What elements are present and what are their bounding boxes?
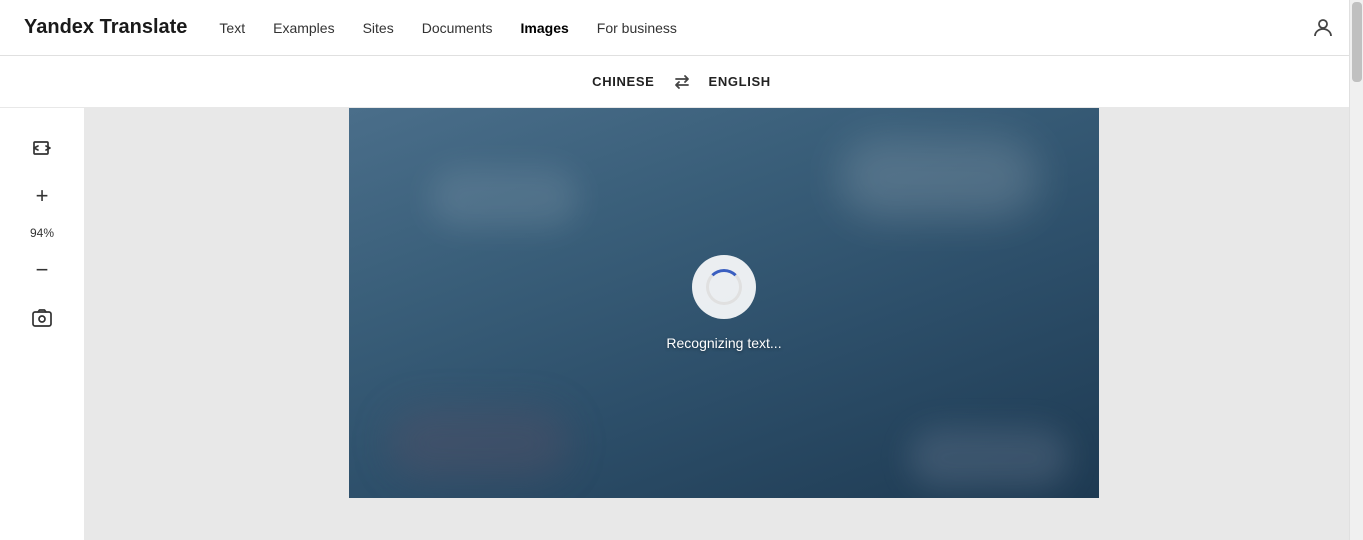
zoom-value: 94% xyxy=(30,226,54,240)
main: + 94% − Recognizing te xyxy=(0,108,1363,540)
nav-item-examples[interactable]: Examples xyxy=(273,16,334,40)
spinner-background xyxy=(692,255,756,319)
loading-spinner xyxy=(706,269,742,305)
user-icon[interactable] xyxy=(1307,12,1339,44)
scrollbar-thumb[interactable] xyxy=(1352,2,1362,82)
lang-bar: CHINESE ENGLISH xyxy=(0,56,1363,108)
fit-to-screen-button[interactable] xyxy=(22,128,62,168)
nav: Text Examples Sites Documents Images For… xyxy=(219,16,1307,40)
nav-item-documents[interactable]: Documents xyxy=(422,16,493,40)
swap-languages-button[interactable] xyxy=(671,71,693,93)
image-container: Recognizing text... xyxy=(349,108,1099,498)
source-lang[interactable]: CHINESE xyxy=(592,74,654,89)
nav-item-images[interactable]: Images xyxy=(521,16,569,40)
zoom-in-button[interactable]: + xyxy=(22,176,62,216)
header: Yandex Translate Text Examples Sites Doc… xyxy=(0,0,1363,56)
loading-overlay: Recognizing text... xyxy=(349,108,1099,498)
header-right xyxy=(1307,12,1339,44)
screenshot-button[interactable] xyxy=(22,298,62,338)
nav-item-text[interactable]: Text xyxy=(219,16,245,40)
zoom-out-button[interactable]: − xyxy=(22,250,62,290)
nav-item-for-business[interactable]: For business xyxy=(597,16,677,40)
nav-item-sites[interactable]: Sites xyxy=(363,16,394,40)
recognizing-text: Recognizing text... xyxy=(666,335,781,351)
scrollbar-track[interactable] xyxy=(1349,0,1363,540)
image-area: Recognizing text... xyxy=(85,108,1363,540)
zoom-in-icon: + xyxy=(36,185,49,207)
toolbar: + 94% − xyxy=(0,108,85,540)
logo: Yandex Translate xyxy=(24,16,187,39)
target-lang[interactable]: ENGLISH xyxy=(709,74,771,89)
zoom-out-icon: − xyxy=(36,259,49,281)
